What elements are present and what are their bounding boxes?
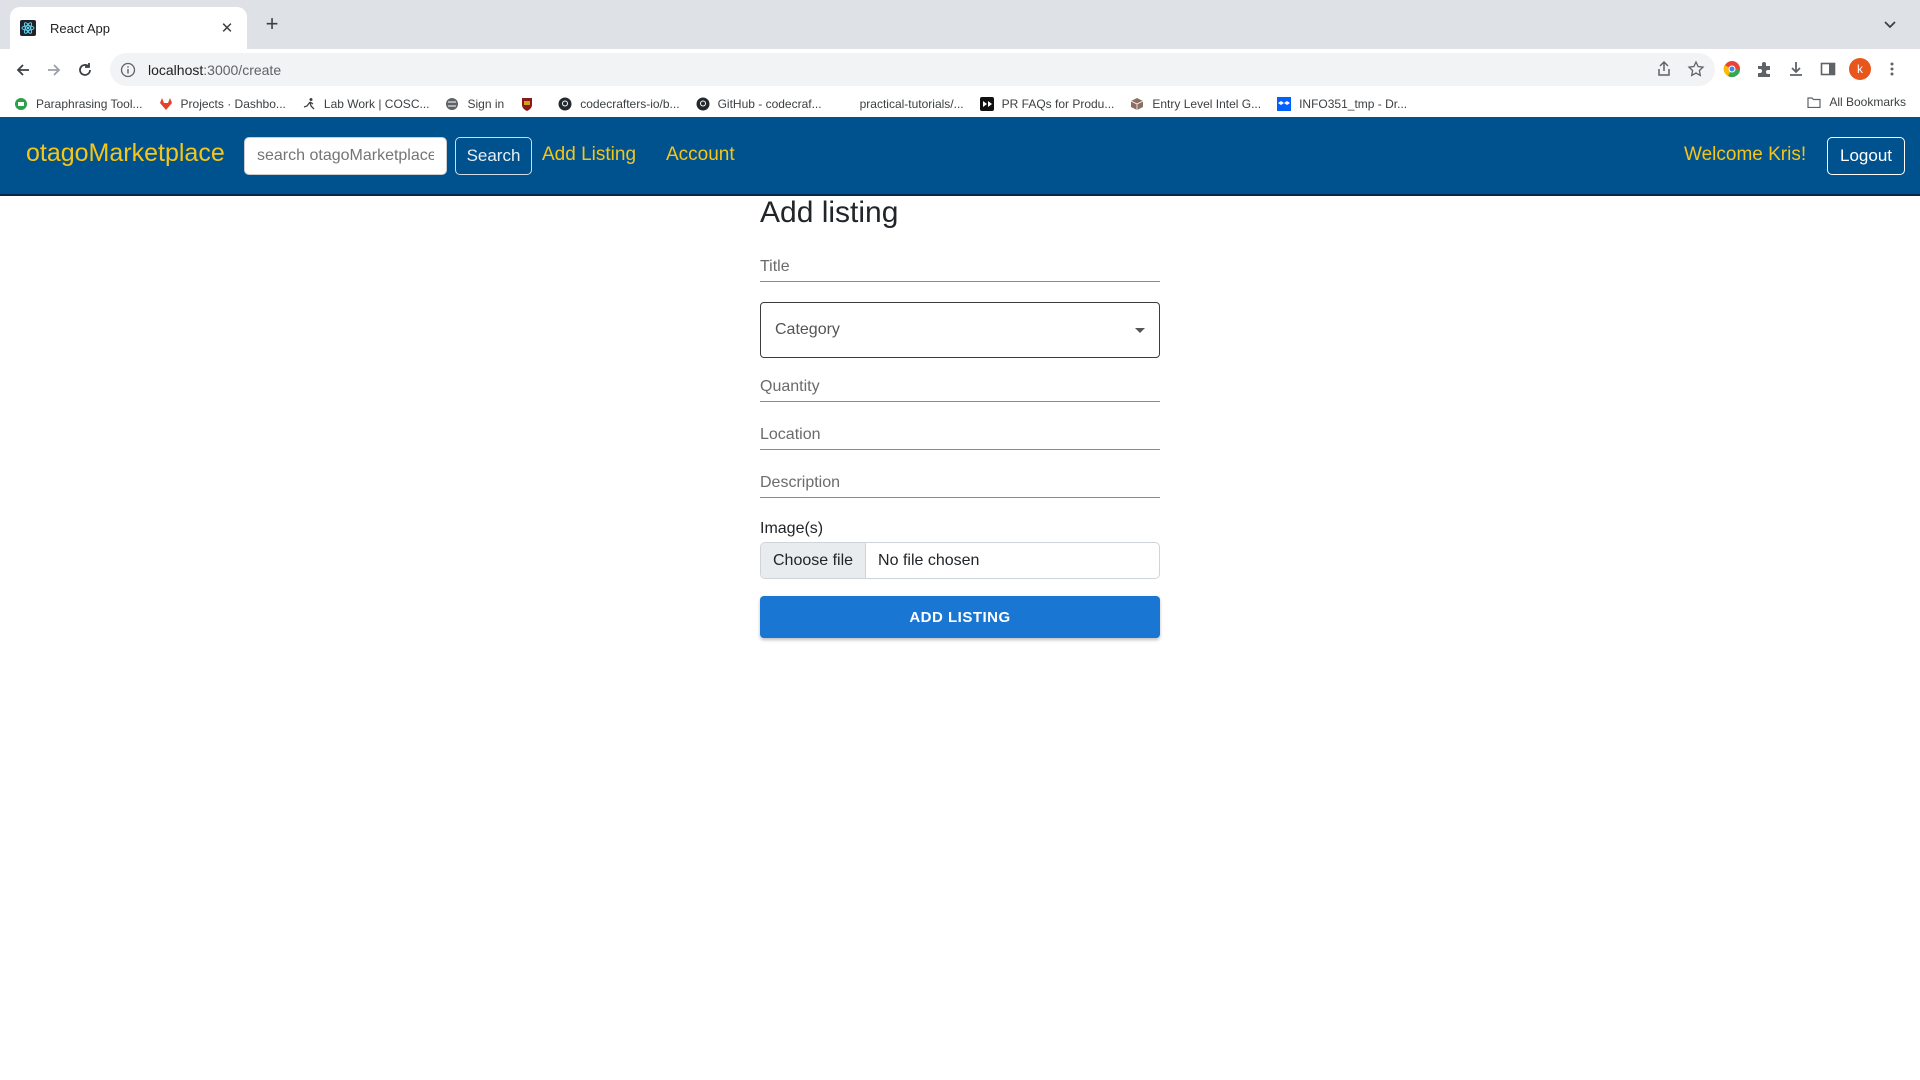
arrow-right-icon [48, 64, 61, 76]
welcome-text: Welcome Kris! [1684, 144, 1807, 165]
media-icon [979, 96, 994, 111]
info-icon[interactable] [120, 62, 136, 78]
globe-icon [445, 97, 459, 111]
bookmark-item[interactable]: codecrafters-io/b... [558, 96, 680, 111]
bookmark-label: PR FAQs for Produ... [1001, 96, 1115, 111]
search-button[interactable]: Search [455, 137, 532, 175]
add-listing-button[interactable]: ADD LISTING [760, 596, 1160, 638]
blank-icon [838, 97, 852, 111]
share-icon[interactable] [1655, 60, 1673, 78]
dropbox-icon [1277, 96, 1292, 111]
all-bookmarks[interactable]: All Bookmarks [1807, 95, 1906, 109]
app-navbar: otagoMarketplace Search Add Listing Acco… [0, 117, 1920, 196]
github-icon [696, 97, 710, 111]
choose-file-button[interactable]: Choose file [761, 543, 867, 578]
caret-down-icon [1135, 327, 1145, 333]
images-label: Image(s) [760, 520, 824, 537]
crest-icon [520, 97, 534, 111]
kebab-menu-icon[interactable] [1880, 57, 1904, 81]
bookmark-label: INFO351_tmp - Dr... [1299, 96, 1408, 111]
bookmark-item[interactable]: Sign in [445, 97, 504, 111]
category-select[interactable]: Category [760, 302, 1160, 358]
bookmark-item[interactable]: INFO351_tmp - Dr... [1277, 96, 1408, 111]
bookmark-item[interactable]: Projects · Dashbo... [159, 97, 286, 111]
account-link[interactable]: Account [666, 144, 735, 166]
paraphrase-icon [14, 97, 28, 111]
download-icon[interactable] [1784, 57, 1808, 81]
bookmark-label: codecrafters-io/b... [580, 96, 680, 111]
arrow-left-icon [16, 64, 29, 76]
bookmark-label: GitHub - codecraf... [717, 96, 822, 111]
file-status: No file chosen [878, 551, 980, 569]
browser-tab[interactable]: React App ✕ [10, 7, 247, 49]
browser-toolbar: localhost:3000/create k [0, 49, 1920, 90]
page-title: Add listing [760, 196, 899, 229]
description-field[interactable]: Description [760, 474, 1160, 498]
quantity-field[interactable]: Quantity [760, 378, 1160, 402]
box-icon [1130, 97, 1144, 111]
logout-button[interactable]: Logout [1827, 137, 1905, 175]
reload-button[interactable] [72, 57, 98, 83]
bookmark-label: Sign in [467, 96, 505, 111]
image-file-input[interactable]: Choose file No file chosen [760, 542, 1160, 579]
bookmark-item[interactable]: Paraphrasing Tool... [14, 97, 143, 111]
reload-icon [79, 63, 91, 76]
url-path: :3000/create [203, 61, 282, 78]
quantity-label: Quantity [760, 378, 820, 395]
tab-close-icon[interactable]: ✕ [217, 19, 237, 37]
tab-title: React App [50, 20, 110, 36]
puzzle-icon[interactable] [1752, 57, 1776, 81]
add-listing-link[interactable]: Add Listing [542, 144, 636, 166]
location-label: Location [760, 426, 821, 443]
side-panel-icon[interactable] [1816, 57, 1840, 81]
search-input[interactable] [244, 137, 447, 175]
runner-icon [302, 97, 316, 111]
address-bar[interactable]: localhost:3000/create [110, 53, 1715, 86]
gitlab-icon [159, 97, 173, 111]
react-icon [20, 20, 36, 36]
all-bookmarks-label: All Bookmarks [1829, 95, 1906, 109]
bookmark-item[interactable]: PR FAQs for Produ... [979, 96, 1115, 111]
avatar: k [1849, 58, 1871, 80]
back-button[interactable] [10, 57, 36, 83]
github-icon [558, 97, 572, 111]
bookmark-label: Paraphrasing Tool... [36, 96, 143, 111]
star-icon[interactable] [1687, 60, 1705, 78]
forward-button[interactable] [41, 57, 67, 83]
category-label: Category [775, 321, 840, 338]
bookmark-label: Entry Level Intel G... [1152, 96, 1262, 111]
browser-tabstrip: React App ✕ + [0, 0, 1920, 49]
url-host: localhost [148, 61, 204, 78]
url-text[interactable]: localhost:3000/create [148, 62, 281, 78]
bookmark-item[interactable] [520, 97, 542, 111]
description-label: Description [760, 474, 841, 491]
bookmark-item[interactable]: practical-tutorials/... [838, 97, 964, 111]
title-field[interactable]: Title [760, 258, 1160, 282]
brand-logo[interactable]: otagoMarketplace [26, 139, 225, 168]
bookmark-label: practical-tutorials/... [859, 96, 964, 111]
profile-button[interactable]: k [1848, 57, 1872, 81]
location-field[interactable]: Location [760, 426, 1160, 450]
bookmark-label: Lab Work | COSC... [323, 96, 430, 111]
bookmark-item[interactable]: Entry Level Intel G... [1130, 97, 1261, 111]
bookmark-label: Projects · Dashbo... [180, 96, 286, 111]
bookmark-item[interactable]: Lab Work | COSC... [302, 96, 430, 111]
chevron-down-icon[interactable] [1880, 14, 1900, 34]
bookmark-item[interactable]: GitHub - codecraf... [696, 97, 822, 111]
chrome-extension-icon[interactable] [1720, 57, 1744, 81]
folder-icon [1807, 95, 1821, 109]
new-tab-button[interactable]: + [258, 10, 286, 38]
bookmarks-bar: Paraphrasing Tool... Projects · Dashbo..… [0, 90, 1920, 117]
title-label: Title [760, 258, 790, 275]
